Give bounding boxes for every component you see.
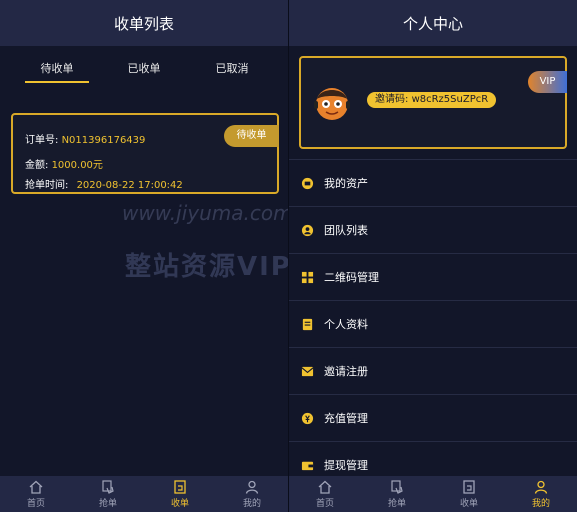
active-tab-indicator [25, 81, 89, 83]
vip-badge[interactable]: VIP [528, 71, 567, 93]
team-icon [300, 223, 314, 237]
invite-code-value: w8cRz5SuZPcR [411, 94, 489, 105]
menu-item-invite[interactable]: 邀请注册 [289, 347, 577, 394]
menu-item-qrcode[interactable]: 二维码管理 [289, 253, 577, 300]
profile-screen: 个人中心 邀请码: w8cRz5SuZPcR VIP 我的资产 团队列表 二维码… [289, 0, 577, 512]
grab-time-row: 抢单时间: 2020-08-22 17:00:42 [25, 176, 183, 191]
menu-item-assets[interactable]: 我的资产 [289, 159, 577, 206]
menu-item-profile[interactable]: 个人资料 [289, 300, 577, 347]
nav-mine[interactable]: 我的 [216, 476, 288, 512]
receive-order-icon [174, 480, 186, 494]
menu-item-label: 个人资料 [324, 318, 368, 331]
order-tabs: 待收单 已收单 已取消 [0, 56, 288, 86]
tab-pending[interactable]: 待收单 [17, 56, 97, 83]
invite-icon [300, 364, 314, 378]
menu-item-label: 我的资产 [324, 177, 368, 190]
qrcode-icon [300, 270, 314, 284]
amount-row: 金额: 1000.00元 [25, 156, 103, 171]
nav-mine[interactable]: 我的 [505, 476, 577, 512]
order-number-row: 订单号: N011396176439 [25, 131, 145, 146]
watermark-text: 整站资源VIP免费下载 [125, 252, 288, 282]
bottom-nav: 首页 抢单 收单 我的 [289, 476, 577, 512]
nav-mine-label: 我的 [242, 499, 261, 509]
profile-menu: 我的资产 团队列表 二维码管理 个人资料 邀请注册 充值管理 提现管理 [289, 159, 577, 488]
amount-label: 金额: [25, 160, 49, 171]
menu-item-label: 团队列表 [324, 224, 368, 237]
assets-icon [300, 176, 314, 190]
tab-pending-label: 待收单 [40, 62, 74, 75]
nav-home-label: 首页 [315, 499, 334, 509]
receive-order-icon [463, 480, 475, 494]
profile-icon [300, 317, 314, 331]
nav-mine-label: 我的 [531, 499, 550, 509]
user-icon [245, 480, 259, 494]
invite-code-badge[interactable]: 邀请码: w8cRz5SuZPcR [367, 92, 497, 108]
invite-code-label: 邀请码: [375, 94, 409, 105]
nav-home-label: 首页 [26, 499, 45, 509]
menu-item-label: 二维码管理 [324, 271, 379, 284]
avatar[interactable] [312, 83, 352, 123]
page-title: 收单列表 [0, 0, 288, 46]
menu-item-label: 提现管理 [324, 459, 368, 472]
nav-grab[interactable]: 抢单 [361, 476, 433, 512]
nav-grab-label: 抢单 [387, 499, 406, 509]
nav-receive[interactable]: 收单 [144, 476, 216, 512]
watermark-url: www.jiyuma.com [122, 201, 288, 225]
page-title: 个人中心 [289, 0, 577, 46]
nav-grab[interactable]: 抢单 [72, 476, 144, 512]
menu-item-label: 邀请注册 [324, 365, 368, 378]
withdraw-icon [300, 458, 314, 472]
order-list-screen: 收单列表 待收单 已收单 已取消 订单号: N011396176439 金额: … [0, 0, 288, 512]
home-icon [318, 480, 332, 494]
tab-received-label: 已收单 [127, 62, 161, 75]
bottom-nav: 首页 抢单 收单 我的 [0, 476, 288, 512]
grab-time-label: 抢单时间: [25, 180, 69, 191]
order-number: N011396176439 [61, 135, 146, 146]
home-icon [29, 480, 43, 494]
amount-value: 1000.00元 [51, 160, 103, 171]
tab-cancelled[interactable]: 已取消 [192, 56, 272, 82]
order-card[interactable]: 订单号: N011396176439 金额: 1000.00元 抢单时间: 20… [11, 113, 279, 194]
profile-card: 邀请码: w8cRz5SuZPcR VIP [299, 56, 567, 149]
nav-grab-label: 抢单 [98, 499, 117, 509]
nav-receive-label: 收单 [459, 499, 478, 509]
nav-receive[interactable]: 收单 [433, 476, 505, 512]
grab-order-icon [391, 480, 403, 494]
menu-item-recharge[interactable]: 充值管理 [289, 394, 577, 441]
nav-home[interactable]: 首页 [289, 476, 361, 512]
user-icon [534, 480, 548, 494]
order-status-button[interactable]: 待收单 [224, 125, 279, 147]
recharge-icon [300, 411, 314, 425]
tab-cancelled-label: 已取消 [215, 62, 249, 75]
nav-home[interactable]: 首页 [0, 476, 72, 512]
grab-time-value: 2020-08-22 17:00:42 [76, 180, 183, 191]
tab-received[interactable]: 已收单 [104, 56, 184, 82]
grab-order-icon [102, 480, 114, 494]
menu-item-label: 充值管理 [324, 412, 368, 425]
menu-item-team[interactable]: 团队列表 [289, 206, 577, 253]
nav-receive-label: 收单 [170, 499, 189, 509]
order-number-label: 订单号: [25, 135, 59, 146]
